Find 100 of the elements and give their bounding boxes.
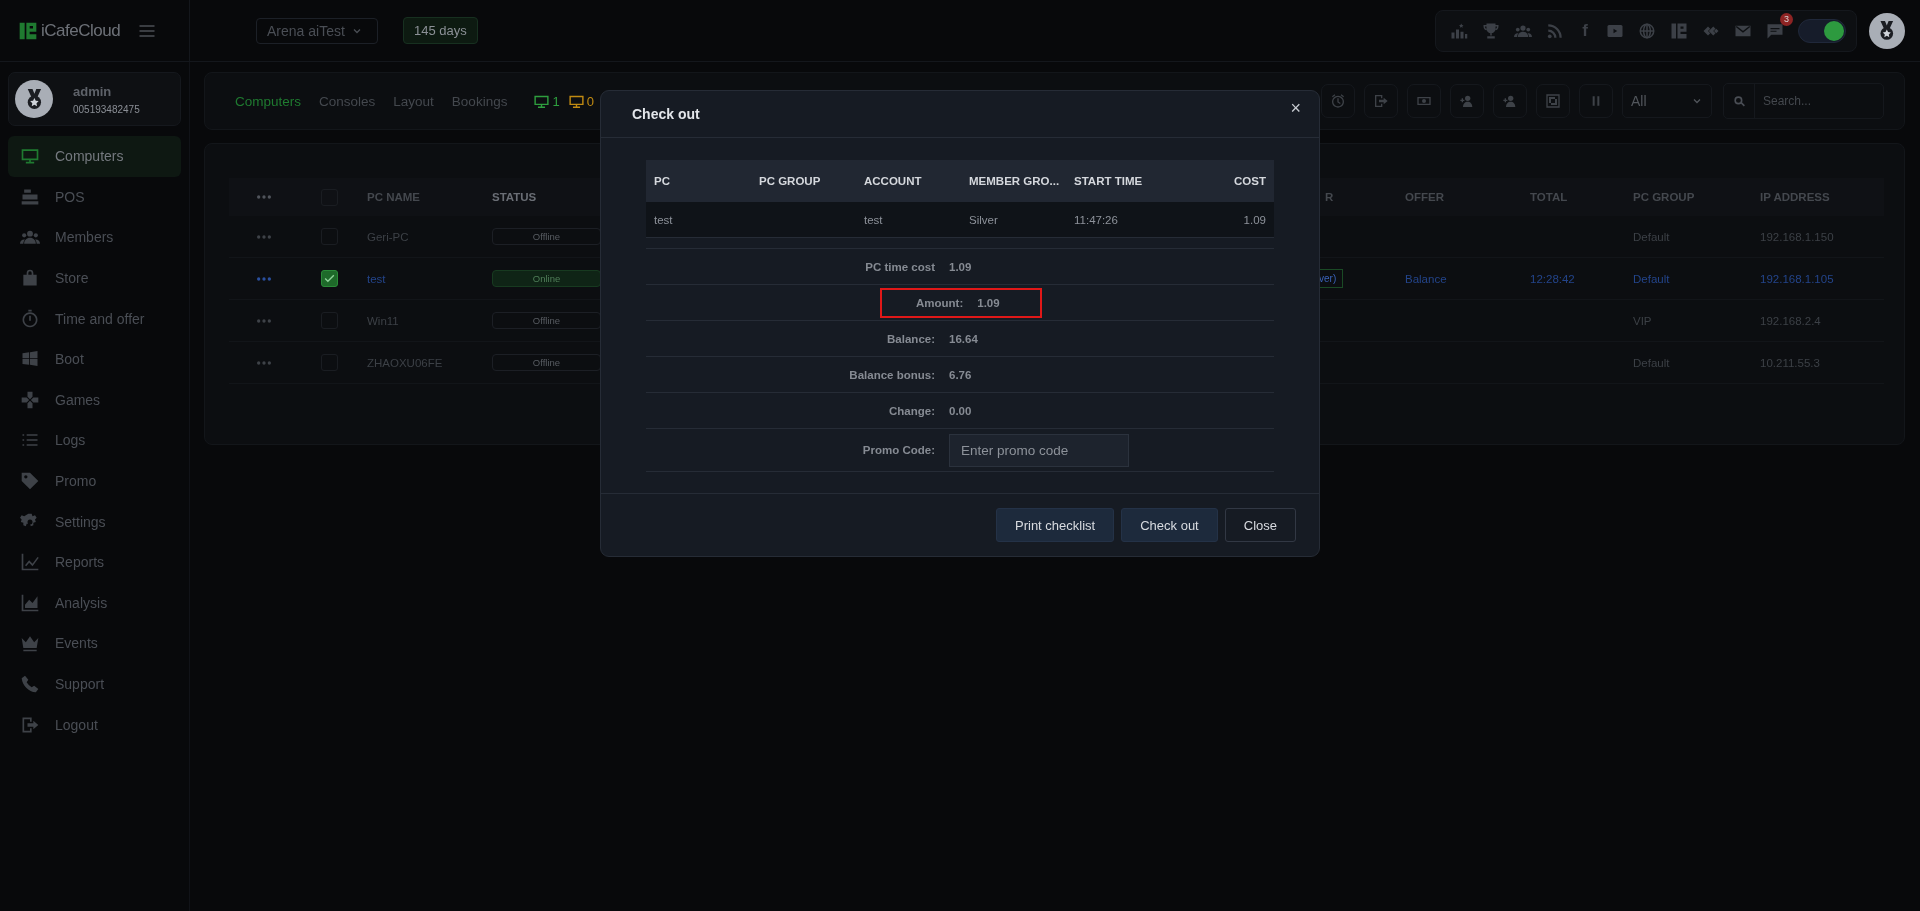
promo-code-field[interactable]: Enter promo code bbox=[949, 433, 1129, 467]
dialog-title: Check out bbox=[632, 106, 700, 122]
table-cell-text: 12:28:42 bbox=[1529, 272, 1576, 285]
trophy-icon[interactable] bbox=[1482, 21, 1500, 40]
search-input[interactable]: Search... bbox=[1755, 84, 1883, 118]
field-value: 0.00 bbox=[949, 404, 973, 417]
sidebar-item[interactable]: Analysis bbox=[8, 582, 181, 624]
table-cell-text: test bbox=[863, 213, 884, 226]
sidebar-item[interactable]: Games bbox=[8, 379, 181, 421]
table-cell-text: Default bbox=[1632, 272, 1671, 285]
sidebar-item[interactable]: Events bbox=[8, 623, 181, 664]
column-header: MEMBER GRO... bbox=[968, 175, 1061, 187]
notification-count: 3 bbox=[1780, 12, 1793, 26]
field-label: Balance: bbox=[886, 332, 936, 345]
field-label: Promo Code: bbox=[861, 444, 936, 456]
sidebar-item[interactable]: Computers bbox=[8, 136, 181, 177]
column-header: STATUS bbox=[491, 191, 538, 203]
cash-button[interactable] bbox=[1407, 84, 1441, 118]
sidebar-item[interactable]: Store bbox=[8, 257, 181, 299]
app-logo: iCafeCloud bbox=[41, 20, 121, 41]
sidebar-item[interactable]: Time and offer bbox=[8, 298, 181, 339]
view-tab[interactable]: Computers bbox=[235, 93, 302, 109]
field-value: 6.76 bbox=[949, 368, 973, 381]
add-user-button[interactable] bbox=[1493, 84, 1527, 118]
sidebar-item[interactable]: Logs bbox=[8, 420, 181, 461]
monitor-icon bbox=[20, 146, 40, 167]
close-button[interactable]: Close bbox=[1224, 508, 1296, 542]
alarm-clock-button[interactable] bbox=[1321, 84, 1355, 118]
rss-icon[interactable] bbox=[1546, 21, 1564, 40]
area-chart-icon bbox=[20, 592, 40, 613]
gamepad-icon bbox=[20, 389, 40, 410]
alarm-clock-icon bbox=[1330, 93, 1346, 109]
field-label: Change: bbox=[888, 404, 936, 417]
table-cell-text: Silver bbox=[968, 213, 999, 226]
frame-button[interactable] bbox=[1536, 84, 1570, 118]
sidebar-item[interactable]: Settings bbox=[8, 501, 181, 542]
table-cell-text: test bbox=[366, 272, 387, 285]
search-icon bbox=[1732, 94, 1746, 108]
field-value: 1.09 bbox=[977, 296, 1000, 309]
sidebar-item[interactable]: Members bbox=[8, 217, 181, 258]
sidebar-item[interactable]: Promo bbox=[8, 460, 181, 502]
column-header: PC bbox=[653, 175, 671, 187]
sidebar-item[interactable]: Support bbox=[8, 663, 181, 705]
pc-count: 1 bbox=[552, 93, 560, 109]
stopwatch-icon bbox=[20, 308, 40, 329]
chat-icon[interactable] bbox=[1766, 21, 1784, 40]
logo-icon bbox=[18, 20, 38, 41]
bag-icon bbox=[20, 268, 40, 289]
table-cell-text: 192.168.1.105 bbox=[1759, 272, 1835, 285]
table-cell-text: test bbox=[653, 213, 674, 226]
tag-icon bbox=[20, 471, 40, 492]
globe-icon[interactable] bbox=[1638, 21, 1656, 40]
view-tab[interactable]: Bookings bbox=[451, 93, 508, 109]
column-header: COST bbox=[1233, 175, 1267, 187]
check-icon bbox=[322, 272, 336, 285]
close-button[interactable]: × bbox=[1290, 98, 1301, 119]
toggle-switch[interactable] bbox=[1798, 18, 1846, 43]
column-header: START TIME bbox=[1073, 175, 1144, 187]
field-label: Amount: bbox=[916, 296, 964, 309]
line-chart-icon bbox=[20, 552, 40, 573]
medal-avatar bbox=[1869, 12, 1905, 49]
field-value: 1.09 bbox=[949, 260, 973, 273]
add-user-button[interactable] bbox=[1450, 84, 1484, 118]
sidebar-item[interactable]: Boot bbox=[8, 338, 181, 380]
sidebar-item[interactable]: Reports bbox=[8, 541, 181, 583]
add-user-icon bbox=[1502, 93, 1518, 109]
table-cell-text: 1.09 bbox=[1242, 213, 1267, 226]
phone-icon bbox=[20, 674, 40, 694]
checkbox[interactable] bbox=[320, 270, 338, 287]
sidebar-item[interactable]: POS bbox=[8, 176, 181, 218]
user-name: admin bbox=[73, 83, 113, 99]
print-checklist-button[interactable]: Print checklist bbox=[996, 508, 1115, 542]
column-header: IP ADDRESS bbox=[1759, 191, 1831, 203]
search-field[interactable]: Search... bbox=[1723, 83, 1884, 119]
exit-button[interactable] bbox=[1364, 84, 1398, 118]
logo-icon[interactable] bbox=[1670, 21, 1688, 40]
medal-avatar bbox=[15, 80, 53, 118]
field-value: 16.64 bbox=[949, 332, 979, 345]
column-header: R bbox=[1324, 191, 1335, 203]
table-cell-text: 11:47:26 bbox=[1073, 213, 1119, 226]
column-header: TOTAL bbox=[1529, 191, 1569, 203]
frame-icon bbox=[1545, 93, 1561, 109]
column-header: PC NAME bbox=[366, 191, 422, 203]
column-header: OFFER bbox=[1404, 191, 1445, 203]
filter-dropdown[interactable]: All bbox=[1622, 84, 1712, 118]
sidebar-item[interactable]: Logout bbox=[8, 704, 181, 745]
table-cell-text: Balance bbox=[1404, 272, 1448, 285]
cafe-dropdown[interactable]: Arena aiTest bbox=[256, 17, 378, 44]
check-out-button[interactable]: Check out bbox=[1121, 508, 1218, 542]
exit-icon bbox=[1373, 93, 1389, 109]
bar-chart-star-icon[interactable] bbox=[1450, 21, 1468, 40]
column-header: PC GROUP bbox=[758, 175, 822, 187]
view-tab[interactable]: Layout bbox=[393, 93, 434, 109]
license-days-badge: 145 days bbox=[403, 17, 478, 44]
pause-button[interactable] bbox=[1579, 84, 1613, 118]
view-tab[interactable]: Consoles bbox=[319, 93, 376, 109]
add-user-icon bbox=[1459, 93, 1475, 109]
column-header: PC GROUP bbox=[1632, 191, 1696, 203]
status-badge: Online bbox=[492, 270, 601, 287]
field-label: Balance bonus: bbox=[848, 368, 936, 381]
